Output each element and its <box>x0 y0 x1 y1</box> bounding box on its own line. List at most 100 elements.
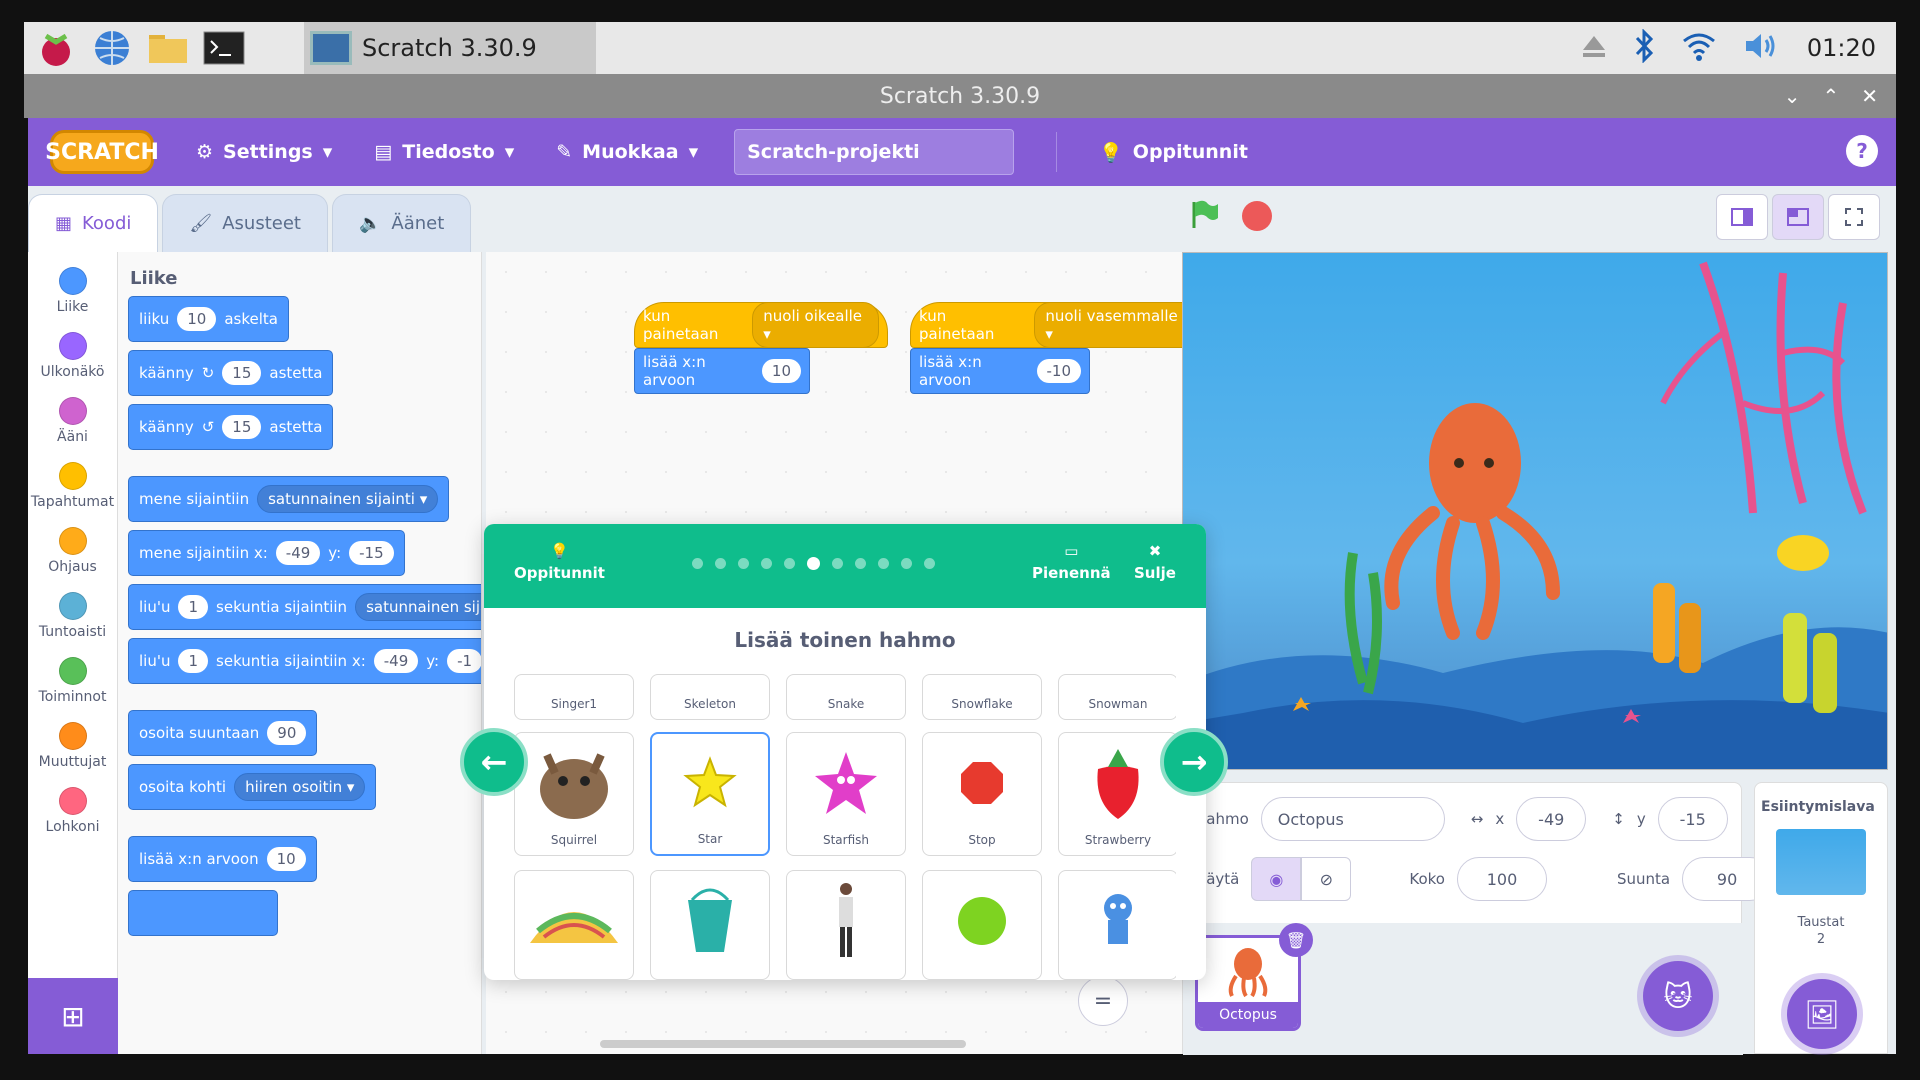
category-looks[interactable]: Ulkonäkö <box>28 323 117 388</box>
block-input[interactable]: -1 <box>447 649 481 673</box>
category-myblocks[interactable]: Lohkoni <box>28 778 117 843</box>
block-turn-right[interactable]: käänny ↻ 15 astetta <box>128 350 334 396</box>
settings-menu[interactable]: ⚙ Settings ▾ <box>196 141 332 163</box>
block-input[interactable]: 15 <box>222 361 262 385</box>
close-tutorial-button[interactable]: ✖ Sulje <box>1134 542 1176 582</box>
stop-icon[interactable] <box>1242 201 1272 231</box>
tab-costumes[interactable]: 🖌 Asusteet <box>162 194 328 252</box>
scratch-logo[interactable]: SCRATCH <box>45 130 159 174</box>
size-input[interactable]: 100 <box>1456 857 1547 901</box>
zoom-reset-button[interactable]: = <box>1078 976 1128 1026</box>
close-icon[interactable]: ✕ <box>1861 84 1878 108</box>
step-dot[interactable] <box>738 558 749 569</box>
edit-menu[interactable]: ✎ Muokkaa ▾ <box>556 141 698 163</box>
category-events[interactable]: Tapahtumat <box>28 453 117 518</box>
taskbar-scratch-window[interactable]: Scratch 3.30.9 <box>304 22 596 74</box>
show-visible-button[interactable]: ◉ <box>1251 857 1302 901</box>
block-input[interactable]: -49 <box>275 541 321 565</box>
stage-canvas[interactable] <box>1182 252 1888 770</box>
block-goto[interactable]: mene sijaintiin satunnainen sijainti ▾ <box>128 476 450 522</box>
tutorials-library-button[interactable]: 💡 Oppitunnit <box>514 542 605 582</box>
choose-backdrop-button[interactable]: 🖼 <box>1787 979 1857 1049</box>
sprite-name-input[interactable]: Octopus <box>1260 797 1445 841</box>
bluetooth-icon[interactable] <box>1633 28 1655 67</box>
tab-code[interactable]: ▦ Koodi <box>28 194 159 252</box>
block-input[interactable]: 1 <box>178 595 209 619</box>
block-input[interactable]: 90 <box>267 721 307 745</box>
delete-sprite-button[interactable]: 🗑 <box>1279 923 1313 957</box>
tutorials-button[interactable]: 💡 Oppitunnit <box>1099 141 1248 164</box>
octopus-sprite[interactable] <box>1384 403 1560 640</box>
block-move-steps[interactable]: liiku 10 askelta <box>128 296 289 342</box>
normal-stage-button[interactable] <box>1772 194 1824 240</box>
block-dropdown[interactable]: satunnainen sijai <box>355 593 481 621</box>
step-dot[interactable] <box>924 558 935 569</box>
block-input[interactable]: 10 <box>761 359 801 383</box>
block-point-direction[interactable]: osoita suuntaan 90 <box>128 710 318 756</box>
block-turn-left[interactable]: käänny ↺ 15 astetta <box>128 404 334 450</box>
workspace-horizontal-scrollbar[interactable] <box>600 1040 966 1048</box>
block-input[interactable]: -10 <box>1036 359 1081 383</box>
shrink-button[interactable]: ▭ Pienennä <box>1032 542 1111 582</box>
block-input[interactable]: 10 <box>177 307 217 331</box>
file-menu[interactable]: ▤ Tiedosto ▾ <box>374 141 514 163</box>
category-control[interactable]: Ohjaus <box>28 518 117 583</box>
block-partial[interactable] <box>128 890 278 936</box>
volume-icon[interactable] <box>1743 31 1781 65</box>
block-glide[interactable]: liu'u 1 sekuntia sijaintiin satunnainen sij… <box>128 584 481 630</box>
block-change-x[interactable]: lisää x:n arvoon 10 <box>634 348 810 394</box>
block-input[interactable]: -15 <box>349 541 394 565</box>
tab-sounds[interactable]: 🔈 Äänet <box>331 194 472 252</box>
category-operators[interactable]: Toiminnot <box>28 648 117 713</box>
green-flag-icon[interactable] <box>1188 198 1220 234</box>
step-dot-active[interactable] <box>807 557 820 570</box>
step-dot[interactable] <box>878 558 889 569</box>
key-dropdown[interactable]: nuoli oikealle ▾ <box>752 302 879 348</box>
minimize-icon[interactable]: ⌄ <box>1784 84 1801 108</box>
category-variables[interactable]: Muuttujat <box>28 713 117 778</box>
step-dot[interactable] <box>715 558 726 569</box>
wifi-icon[interactable] <box>1681 31 1717 65</box>
block-dropdown[interactable]: satunnainen sijainti ▾ <box>257 485 439 513</box>
event-key-hat-left[interactable]: kun painetaan nuoli vasemmalle ▾ <box>910 302 1196 348</box>
file-manager-icon[interactable] <box>144 26 192 70</box>
step-dot[interactable] <box>855 558 866 569</box>
fullscreen-button[interactable] <box>1828 194 1880 240</box>
block-input[interactable]: 15 <box>222 415 262 439</box>
event-key-hat-right[interactable]: kun painetaan nuoli oikealle ▾ <box>634 302 888 348</box>
project-title-input[interactable]: Scratch-projekti <box>734 129 1015 175</box>
block-input[interactable]: -49 <box>373 649 419 673</box>
category-motion[interactable]: Liike <box>28 258 117 323</box>
y-input[interactable]: -15 <box>1657 797 1728 841</box>
block-dropdown[interactable]: hiiren osoitin ▾ <box>234 773 366 801</box>
show-hidden-button[interactable]: ⊘ <box>1301 857 1352 901</box>
category-sensing[interactable]: Tuntoaisti <box>28 583 117 648</box>
block-point-towards[interactable]: osoita kohti hiiren osoitin ▾ <box>128 764 377 810</box>
choose-sprite-button[interactable]: 🐱 <box>1643 961 1713 1031</box>
stage-selector[interactable]: Esiintymislava Taustat 2 🖼 <box>1754 782 1888 1054</box>
block-change-x[interactable]: lisää x:n arvoon 10 <box>128 836 317 882</box>
step-dot[interactable] <box>692 558 703 569</box>
small-stage-button[interactable] <box>1716 194 1768 240</box>
help-button[interactable]: ? <box>1846 135 1878 167</box>
step-dot[interactable] <box>761 558 772 569</box>
step-dot[interactable] <box>832 558 843 569</box>
step-dot[interactable] <box>784 558 795 569</box>
raspberry-menu-icon[interactable] <box>32 26 80 70</box>
block-goto-xy[interactable]: mene sijaintiin x: -49 y: -15 <box>128 530 405 576</box>
key-dropdown[interactable]: nuoli vasemmalle ▾ <box>1034 302 1196 348</box>
previous-step-button[interactable]: ← <box>460 728 528 796</box>
web-browser-icon[interactable] <box>88 26 136 70</box>
add-extension-button[interactable]: ⊞ <box>28 978 118 1054</box>
block-input[interactable]: 1 <box>178 649 209 673</box>
block-glide-xy[interactable]: liu'u 1 sekuntia sijaintiin x: -49 y: -1 <box>128 638 481 684</box>
maximize-icon[interactable]: ⌃ <box>1822 84 1839 108</box>
category-sound[interactable]: Ääni <box>28 388 117 453</box>
block-change-x[interactable]: lisää x:n arvoon -10 <box>910 348 1090 394</box>
block-input[interactable]: 10 <box>266 847 306 871</box>
eject-icon[interactable] <box>1581 34 1607 62</box>
next-step-button[interactable]: → <box>1160 728 1228 796</box>
terminal-icon[interactable] <box>200 26 248 70</box>
step-dot[interactable] <box>901 558 912 569</box>
x-input[interactable]: -49 <box>1516 797 1587 841</box>
